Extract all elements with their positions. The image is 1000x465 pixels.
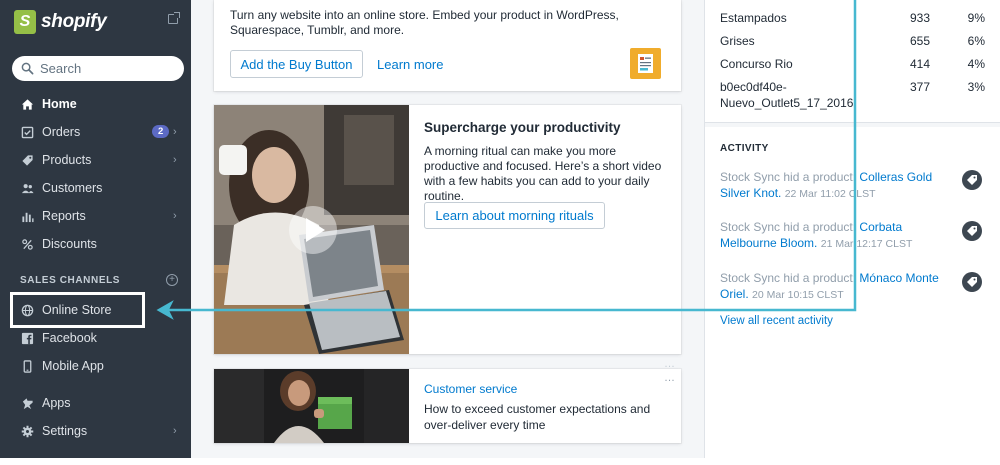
nav-products-label: Products (42, 153, 92, 167)
nav-apps[interactable]: Apps (0, 389, 191, 417)
shopify-bag-icon: S (14, 10, 36, 34)
apps-icon (20, 396, 34, 410)
tag-icon (962, 170, 982, 190)
product-name: Estampados (720, 11, 787, 25)
activity-item: Stock Sync hid a product: Corbata Melbou… (720, 219, 950, 252)
search-box[interactable] (12, 56, 184, 81)
nav-facebook-label: Facebook (42, 331, 97, 345)
customer-service-category-link[interactable]: Customer service (424, 382, 517, 396)
product-count: 655 (909, 34, 930, 48)
tag-icon (962, 221, 982, 241)
tag-icon (20, 153, 34, 167)
customer-service-description: How to exceed customer expectations and … (424, 402, 651, 432)
bar-chart-icon (20, 209, 34, 223)
chevron-right-icon: › (173, 154, 177, 166)
product-percent: 4% (967, 57, 985, 71)
productivity-description: A morning ritual can make you more produ… (424, 144, 662, 203)
activity-timestamp: 22 Mar 11:02 CLST (784, 188, 876, 200)
nav-customers-label: Customers (42, 181, 103, 195)
nav-customers[interactable]: Customers (0, 174, 191, 202)
card-menu-icon[interactable]: … (664, 358, 676, 370)
nav-home-label: Home (42, 97, 77, 111)
learn-more-link[interactable]: Learn more (377, 57, 443, 72)
facebook-icon (20, 331, 34, 345)
product-percent: 6% (967, 34, 985, 48)
learn-morning-rituals-button[interactable]: Learn about morning rituals (424, 202, 605, 229)
orders-count-badge: 2 (152, 125, 170, 138)
activity-prefix: Stock Sync hid a product: (720, 170, 857, 184)
orders-icon (20, 125, 34, 139)
product-percent: 9% (967, 11, 985, 25)
buy-button-description: Turn any website into an online store. E… (230, 8, 619, 37)
nav-discounts-label: Discounts (42, 237, 97, 251)
activity-prefix: Stock Sync hid a product: (720, 220, 857, 234)
nav-settings-label: Settings (42, 424, 88, 438)
product-count: 377 (909, 80, 930, 94)
shopify-logo[interactable]: S shopify (14, 10, 107, 34)
add-buy-button-button[interactable]: Add the Buy Button (230, 50, 363, 78)
nav-mobile-app[interactable]: Mobile App (0, 352, 191, 380)
nav-apps-label: Apps (42, 396, 71, 410)
activity-title: ACTIVITY (720, 143, 769, 154)
add-channel-icon[interactable]: + (166, 274, 178, 286)
brand-name: shopify (41, 11, 107, 32)
search-icon (21, 62, 34, 75)
tag-icon (962, 272, 982, 292)
productivity-title: Supercharge your productivity (424, 120, 621, 135)
sales-channels-title: SALES CHANNELS (20, 275, 121, 286)
customers-icon (20, 181, 34, 195)
buy-button-illustration-icon (630, 48, 661, 79)
product-name-line2: Nuevo_Outlet5_17_2016 (720, 96, 854, 110)
mobile-icon (20, 359, 34, 373)
nav-products[interactable]: Products › (0, 146, 191, 174)
home-icon (20, 97, 34, 111)
activity-timestamp: 20 Mar 10:15 CLST (752, 289, 844, 301)
chevron-right-icon: › (173, 425, 177, 437)
morning-ritual-video-thumbnail[interactable] (214, 105, 409, 354)
nav-reports-label: Reports (42, 209, 86, 223)
chevron-right-icon: › (173, 126, 177, 138)
view-all-activity-link[interactable]: View all recent activity (720, 315, 833, 327)
online-store-highlight-box (10, 292, 145, 328)
external-link-icon[interactable] (168, 12, 180, 24)
sidebar: S shopify Home Orders 2 › Products › Cus… (0, 0, 191, 458)
nav-discounts[interactable]: Discounts (0, 230, 191, 258)
product-percent: 3% (967, 80, 985, 94)
product-name: Concurso Rio (720, 57, 793, 71)
customer-service-thumbnail[interactable] (214, 369, 409, 443)
activity-prefix: Stock Sync hid a product: (720, 271, 857, 285)
nav-home[interactable]: Home (0, 90, 191, 118)
product-name: Grises (720, 34, 755, 48)
activity-item: Stock Sync hid a product: Mónaco Monte O… (720, 270, 950, 303)
nav-facebook[interactable]: Facebook (0, 324, 191, 352)
card-menu-icon[interactable]: … (664, 372, 676, 384)
product-count: 933 (909, 11, 930, 25)
nav-orders[interactable]: Orders 2 › (0, 118, 191, 146)
gear-icon (20, 424, 34, 438)
nav-reports[interactable]: Reports › (0, 202, 191, 230)
chevron-right-icon: › (173, 210, 177, 222)
nav-settings[interactable]: Settings › (0, 417, 191, 445)
activity-item: Stock Sync hid a product: Colleras Gold … (720, 169, 950, 202)
search-input[interactable] (40, 61, 170, 76)
nav-mobile-app-label: Mobile App (42, 359, 104, 373)
activity-timestamp: 21 Mar 12:17 CLST (820, 238, 913, 250)
product-count: 414 (909, 57, 930, 71)
discount-icon (20, 237, 34, 251)
product-name: b0ec0df40e- (720, 80, 787, 94)
nav-orders-label: Orders (42, 125, 81, 139)
bottom-edge (0, 458, 1000, 465)
